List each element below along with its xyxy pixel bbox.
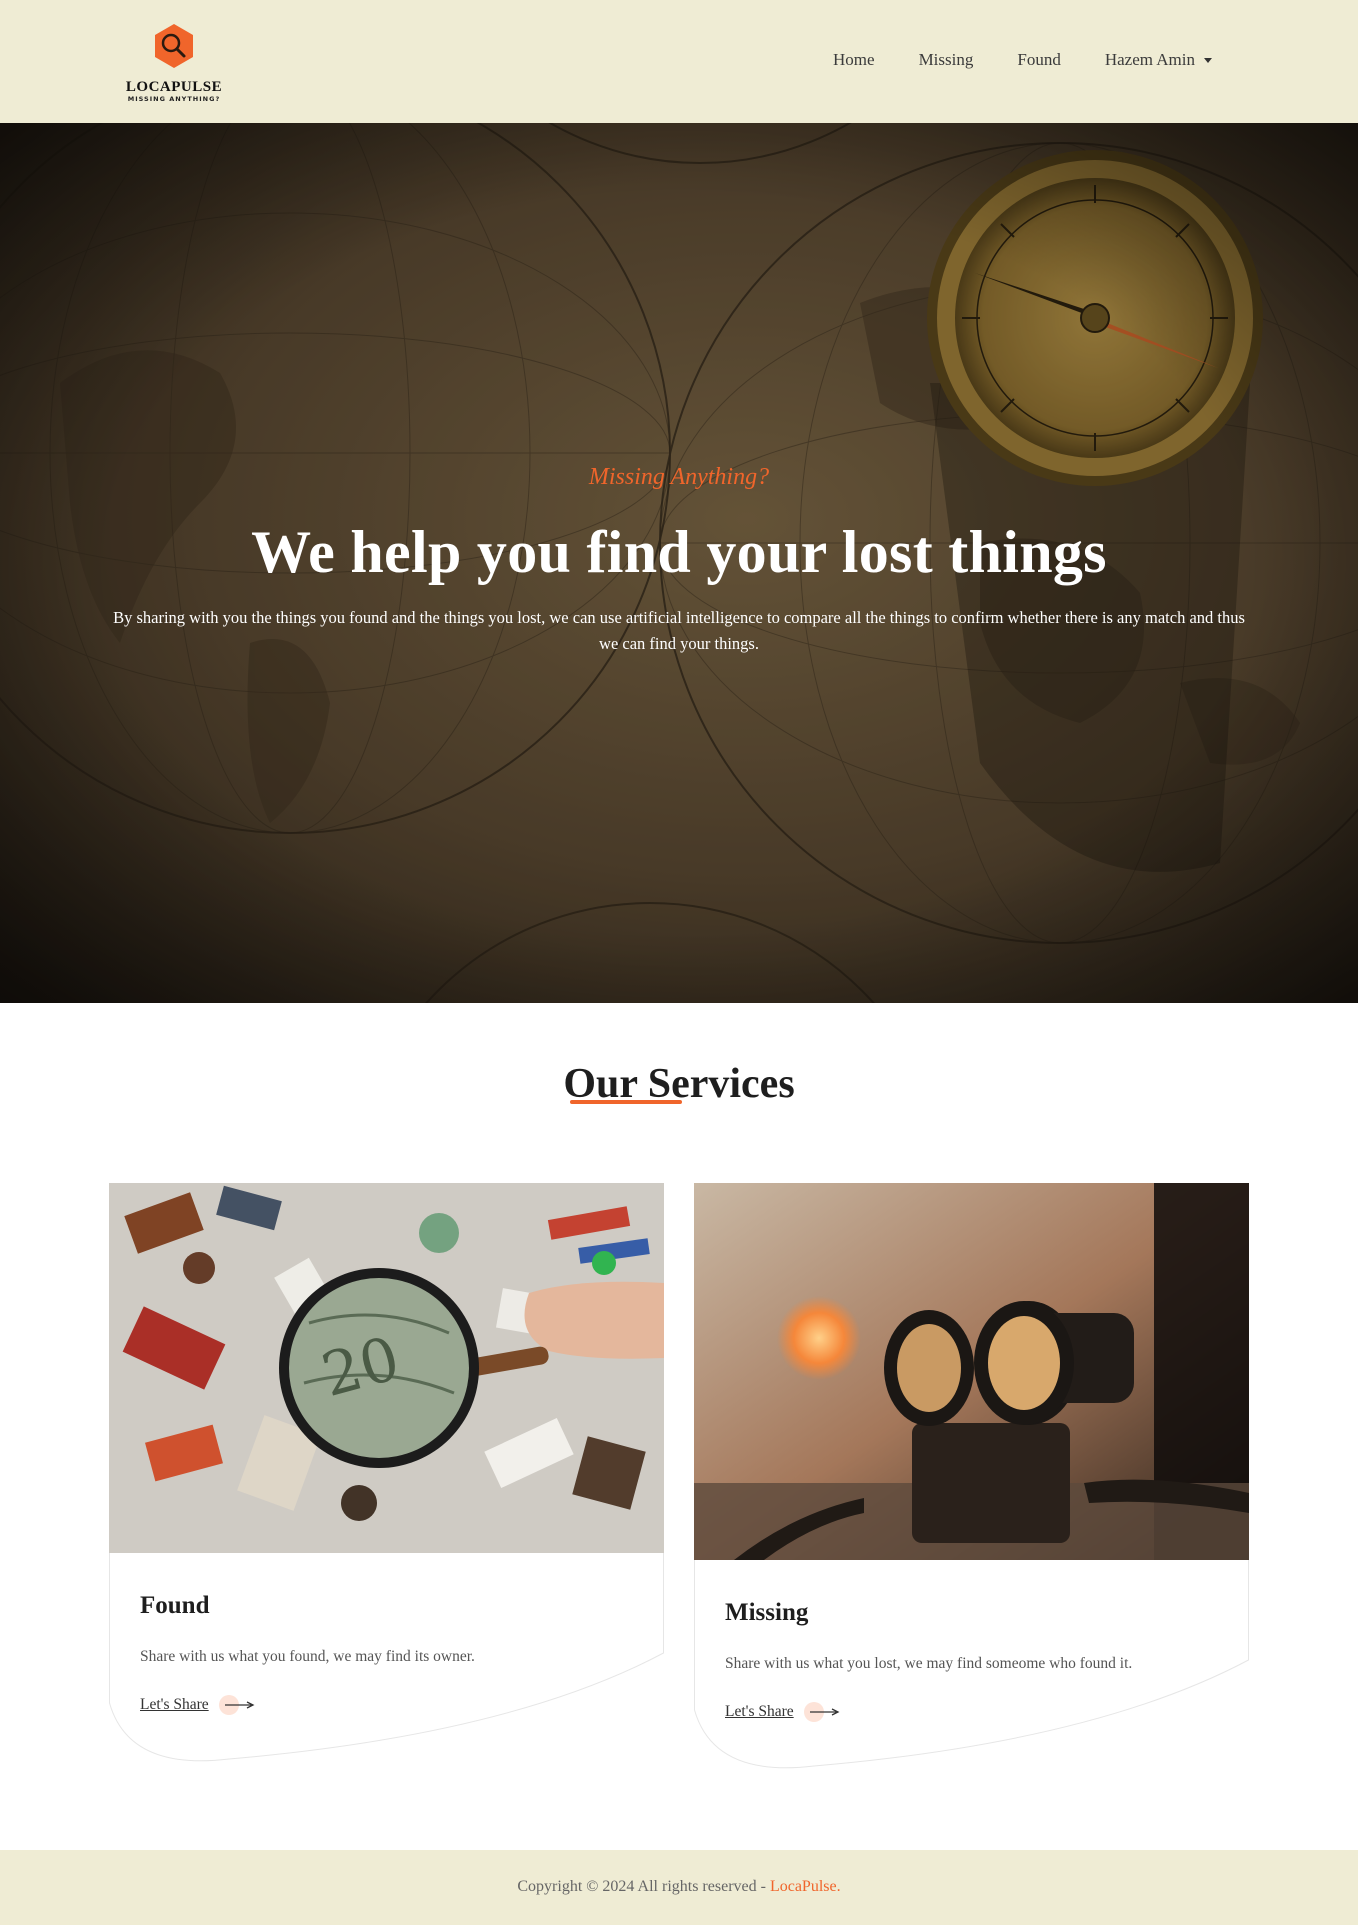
arrow-right-icon (218, 1695, 255, 1715)
logo-tagline: MISSING ANYTHING? (127, 95, 221, 103)
lets-share-found-link[interactable]: Let's Share (140, 1695, 633, 1715)
nav-missing-label: Missing (918, 50, 974, 69)
service-card-missing: Missing Share with us what you lost, we … (694, 1183, 1249, 1769)
magnifying-glass-image: 20 (109, 1183, 664, 1553)
card-text: Share with us what you lost, we may find… (725, 1655, 1133, 1672)
copyright-text: Copyright © 2024 All rights reserved - (517, 1878, 770, 1895)
user-menu-dropdown[interactable]: Hazem Amin (1105, 50, 1212, 70)
nav-found[interactable]: Found (1017, 50, 1060, 70)
card-body: Missing Share with us what you lost, we … (694, 1560, 1249, 1769)
site-header: LOCAPULSE MISSING ANYTHING? Home Missing… (0, 0, 1358, 123)
services-title-underline (570, 1100, 682, 1104)
hero-section: Missing Anything? We help you find your … (0, 123, 1358, 1003)
service-card-found: 20 Found Share with us what you found, w… (109, 1183, 664, 1762)
card-link-label: Let's Share (725, 1703, 794, 1720)
card-title: Found (140, 1592, 210, 1619)
hero-subtitle: Missing Anything? (588, 464, 770, 490)
nav-home-label: Home (833, 50, 875, 69)
hero-title: We help you find your lost things (251, 519, 1107, 585)
hero-description: By sharing with you the things you found… (113, 608, 1245, 653)
caret-down-icon (1204, 57, 1212, 63)
card-title: Missing (725, 1599, 809, 1626)
logo-name: LOCAPULSE (125, 79, 223, 95)
arrow-right-icon (803, 1702, 840, 1722)
nav-found-label: Found (1017, 50, 1061, 69)
site-footer: Copyright © 2024 All rights reserved - L… (0, 1850, 1358, 1925)
card-text: Share with us what you found, we may fin… (140, 1648, 475, 1665)
nav-missing[interactable]: Missing (919, 50, 974, 70)
lets-share-missing-link[interactable]: Let's Share (725, 1702, 1218, 1722)
magnifier-icon (155, 24, 193, 68)
card-body: Found Share with us what you found, we m… (109, 1553, 664, 1762)
binoculars-image (694, 1183, 1249, 1560)
site-logo[interactable]: LOCAPULSE MISSING ANYTHING? (124, 22, 224, 103)
main-nav: Home Missing Found Hazem Amin (789, 50, 1212, 70)
card-link-label: Let's Share (140, 1696, 209, 1713)
nav-home[interactable]: Home (833, 50, 875, 70)
user-name: Hazem Amin (1104, 50, 1195, 69)
footer-brand-link[interactable]: LocaPulse. (770, 1878, 841, 1895)
